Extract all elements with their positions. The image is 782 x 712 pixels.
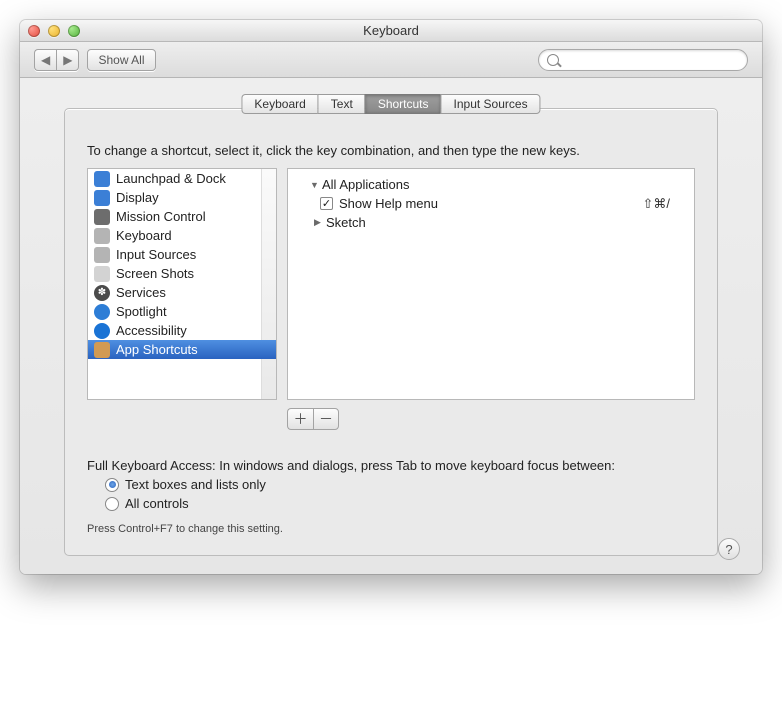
category-spotlight[interactable]: Spotlight xyxy=(88,302,276,321)
input-sources-icon xyxy=(94,247,110,263)
spotlight-icon xyxy=(94,304,110,320)
tab-input-sources[interactable]: Input Sources xyxy=(441,94,541,114)
shortcut-tree[interactable]: ▼ All Applications ✓ Show Help menu ⇧⌘/ … xyxy=(287,168,695,400)
body: Keyboard Text Shortcuts Input Sources To… xyxy=(20,78,762,574)
category-input-sources[interactable]: Input Sources xyxy=(88,245,276,264)
checkbox[interactable]: ✓ xyxy=(320,197,333,210)
fka-hint: Press Control+F7 to change this setting. xyxy=(87,523,695,535)
back-button[interactable]: ◀ xyxy=(34,49,56,71)
category-list[interactable]: Launchpad & Dock Display Mission Control… xyxy=(87,168,277,400)
shortcut-key[interactable]: ⇧⌘/ xyxy=(642,196,670,212)
category-services[interactable]: ✽Services xyxy=(88,283,276,302)
tree-show-help-menu[interactable]: ✓ Show Help menu ⇧⌘/ xyxy=(292,194,690,213)
add-remove-buttons: ＋ － xyxy=(287,408,695,430)
category-accessibility[interactable]: Accessibility xyxy=(88,321,276,340)
toolbar: ◀ ▶ Show All xyxy=(20,42,762,78)
radio-icon[interactable] xyxy=(105,497,119,511)
tree-sketch[interactable]: ▶ Sketch xyxy=(292,213,690,232)
zoom-icon[interactable] xyxy=(68,25,80,37)
disclosure-triangle-icon[interactable]: ▼ xyxy=(310,180,320,190)
tab-keyboard[interactable]: Keyboard xyxy=(241,94,317,114)
close-icon[interactable] xyxy=(28,25,40,37)
remove-button[interactable]: － xyxy=(313,408,339,430)
radio-all-controls[interactable]: All controls xyxy=(105,496,695,511)
intro-text: To change a shortcut, select it, click t… xyxy=(87,143,695,158)
display-icon xyxy=(94,190,110,206)
chevron-right-icon: ▶ xyxy=(63,53,72,67)
category-app-shortcuts[interactable]: App Shortcuts xyxy=(88,340,276,359)
services-icon: ✽ xyxy=(94,285,110,301)
tab-bar: Keyboard Text Shortcuts Input Sources xyxy=(241,94,540,114)
chevron-left-icon: ◀ xyxy=(41,53,50,67)
keyboard-icon xyxy=(94,228,110,244)
search-field[interactable] xyxy=(538,49,748,71)
nav-back-forward: ◀ ▶ xyxy=(34,49,79,71)
disclosure-triangle-icon[interactable]: ▶ xyxy=(314,217,324,228)
radio-icon[interactable] xyxy=(105,478,119,492)
window-title: Keyboard xyxy=(20,23,762,38)
radio-text-boxes[interactable]: Text boxes and lists only xyxy=(105,477,695,492)
minimize-icon[interactable] xyxy=(48,25,60,37)
titlebar: Keyboard xyxy=(20,20,762,42)
forward-button[interactable]: ▶ xyxy=(56,49,79,71)
tree-all-applications[interactable]: ▼ All Applications xyxy=(292,175,690,194)
tab-shortcuts[interactable]: Shortcuts xyxy=(365,94,441,114)
fka-label: Full Keyboard Access: In windows and dia… xyxy=(87,458,695,473)
category-launchpad-dock[interactable]: Launchpad & Dock xyxy=(88,169,276,188)
tab-text[interactable]: Text xyxy=(318,94,365,114)
search-icon xyxy=(547,54,559,66)
accessibility-icon xyxy=(94,323,110,339)
app-shortcuts-icon xyxy=(94,342,110,358)
category-display[interactable]: Display xyxy=(88,188,276,207)
preferences-window: Keyboard ◀ ▶ Show All Keyboard Text Shor… xyxy=(20,20,762,574)
launchpad-icon xyxy=(94,171,110,187)
help-button[interactable]: ? xyxy=(718,538,740,560)
category-screenshots[interactable]: Screen Shots xyxy=(88,264,276,283)
shortcuts-panel: To change a shortcut, select it, click t… xyxy=(64,108,718,556)
search-input[interactable] xyxy=(563,52,739,68)
show-all-button[interactable]: Show All xyxy=(87,49,155,71)
mission-control-icon xyxy=(94,209,110,225)
full-keyboard-access: Full Keyboard Access: In windows and dia… xyxy=(87,458,695,535)
add-button[interactable]: ＋ xyxy=(287,408,313,430)
screenshots-icon xyxy=(94,266,110,282)
category-mission-control[interactable]: Mission Control xyxy=(88,207,276,226)
category-keyboard[interactable]: Keyboard xyxy=(88,226,276,245)
